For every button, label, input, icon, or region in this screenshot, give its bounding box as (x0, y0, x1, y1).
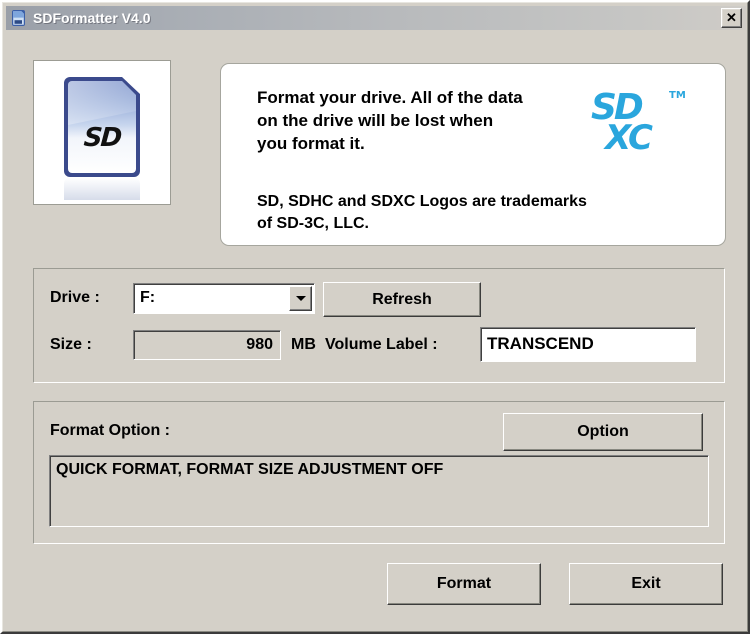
exit-button[interactable]: Exit (569, 563, 723, 605)
window-title: SDFormatter V4.0 (33, 10, 151, 26)
sd-card-graphic: SD (64, 77, 140, 177)
format-option-caption: Format Option : (50, 422, 170, 439)
refresh-button[interactable]: Refresh (323, 282, 481, 317)
sd-card-image: SD (33, 60, 171, 205)
option-button[interactable]: Option (503, 413, 703, 451)
drive-select[interactable]: F: (133, 283, 315, 314)
sdformatter-window: SDFormatter V4.0 ✕ SD Format your drive.… (0, 0, 750, 634)
sd-card-reflection (64, 178, 140, 200)
titlebar[interactable]: SDFormatter V4.0 ✕ (6, 6, 746, 30)
sdcard-app-icon (10, 9, 28, 27)
notice-panel: Format your drive. All of the data on th… (220, 63, 726, 246)
size-unit: MB (291, 336, 316, 353)
sdxc-logo-xc: XC (605, 118, 653, 158)
notice-trademark: SD, SDHC and SDXC Logos are trademarks o… (257, 193, 587, 232)
sdxc-logo-icon: SD TM XC (583, 90, 703, 160)
size-label: Size : (50, 336, 92, 353)
size-field: 980 (133, 330, 281, 360)
close-icon[interactable]: ✕ (721, 8, 742, 28)
size-value: 980 (246, 336, 273, 353)
volume-label-value: TRANSCEND (487, 334, 594, 353)
drive-group: Drive : F: Refresh Size : 980 MB Volume … (33, 268, 725, 383)
arrow-down-glyph (295, 296, 306, 301)
notice-message: Format your drive. All of the data on th… (257, 88, 523, 153)
format-option-group: Format Option : Option QUICK FORMAT, FOR… (33, 401, 725, 544)
format-option-summary-text: QUICK FORMAT, FORMAT SIZE ADJUSTMENT OFF (56, 461, 444, 478)
drive-label: Drive : (50, 289, 100, 306)
format-button[interactable]: Format (387, 563, 541, 605)
format-option-summary: QUICK FORMAT, FORMAT SIZE ADJUSTMENT OFF (49, 455, 709, 527)
volume-label-caption: Volume Label : (325, 336, 438, 353)
chevron-down-icon[interactable] (289, 286, 312, 311)
drive-select-value: F: (140, 289, 156, 306)
sd-card-logo-text: SD (82, 123, 122, 153)
volume-label-input[interactable]: TRANSCEND (480, 327, 696, 362)
sdxc-logo-tm: TM (669, 90, 686, 101)
window-inner-frame: SDFormatter V4.0 ✕ SD Format your drive.… (2, 2, 748, 632)
